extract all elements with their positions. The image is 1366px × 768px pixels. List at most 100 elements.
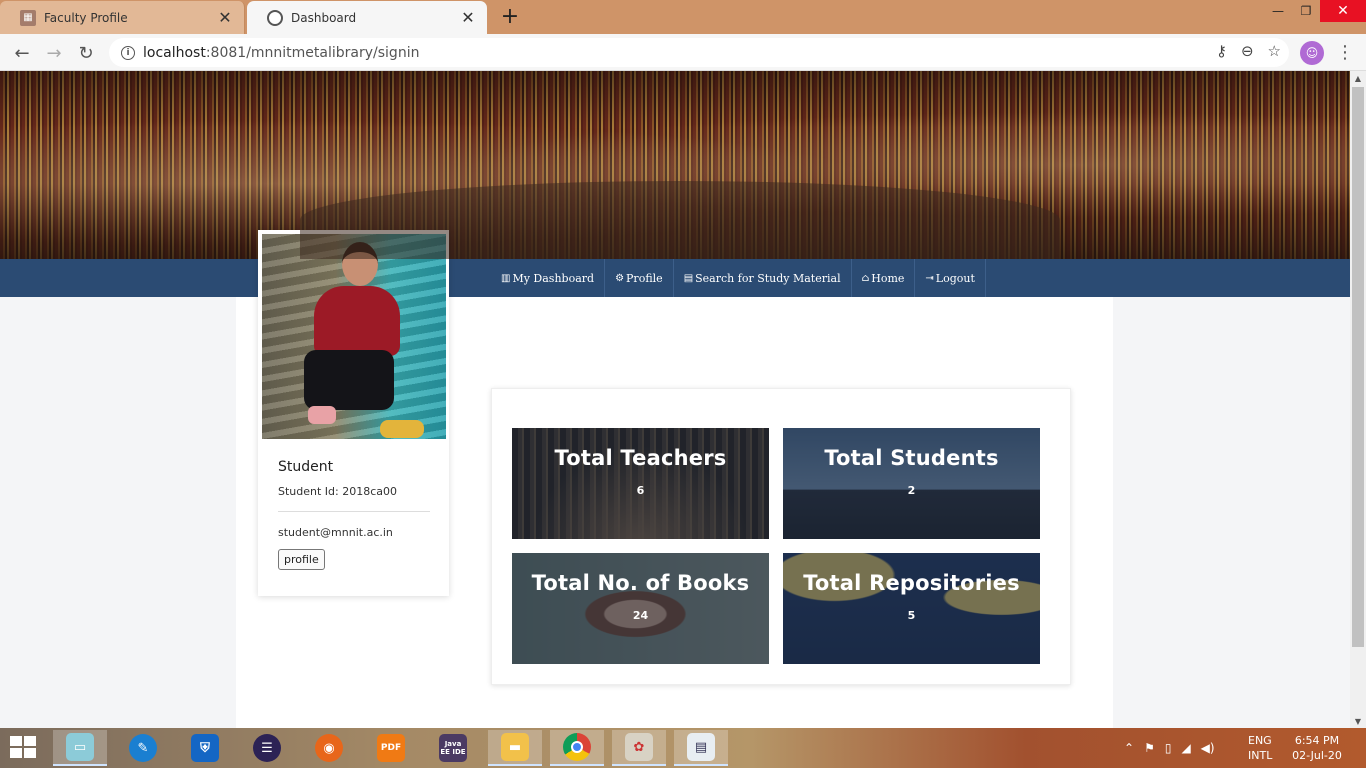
profile-card: Student Student Id: 2018ca00 student@mnn… — [258, 230, 449, 596]
browser-toolbar: ← → ↻ i localhost:8081/mnnitmetalibrary/… — [0, 34, 1366, 71]
taskbar-paint[interactable]: ✿ — [612, 730, 666, 766]
folder-icon: ▬ — [501, 733, 529, 761]
taskbar-chrome[interactable] — [550, 730, 604, 766]
new-tab-button[interactable]: + — [498, 5, 522, 29]
eclipse-icon: ☰ — [253, 734, 281, 762]
taskbar-folder[interactable]: ▬ — [488, 730, 542, 766]
star-icon[interactable]: ☆ — [1268, 42, 1281, 60]
lang-line2: INTL — [1248, 749, 1273, 762]
minimize-button[interactable]: — — [1264, 0, 1292, 22]
stat-value: 2 — [907, 484, 916, 497]
page-scrollbar[interactable]: ▲ ▼ — [1350, 71, 1366, 728]
stat-value: 24 — [632, 609, 649, 622]
taskbar-eclipse[interactable]: ☰ — [240, 730, 294, 766]
chrome-icon — [563, 733, 591, 761]
stat-title: Total Teachers — [554, 446, 727, 470]
profile-email: student@mnnit.ac.in — [278, 526, 393, 539]
settings-tool-icon: ✎ — [129, 734, 157, 762]
firefox-icon: ◉ — [315, 734, 343, 762]
page-viewport: ▥ My Dashboard ⚙ Profile ▤ Search for St… — [0, 71, 1350, 728]
tab-dashboard[interactable]: Dashboard ✕ — [247, 1, 487, 34]
scroll-thumb[interactable] — [1352, 87, 1364, 647]
taskbar-firefox[interactable]: ◉ — [302, 730, 356, 766]
logout-icon: ⇥ — [925, 272, 934, 284]
globe-icon — [267, 9, 283, 26]
java-ee-ide-icon: Java EE IDE — [439, 734, 467, 762]
maximize-button[interactable]: ❐ — [1292, 0, 1320, 22]
menu-icon[interactable]: ⋮ — [1336, 42, 1354, 63]
gears-icon: ⚙ — [615, 272, 625, 284]
navbar-items: ▥ My Dashboard ⚙ Profile ▤ Search for St… — [491, 259, 986, 297]
main-navbar: ▥ My Dashboard ⚙ Profile ▤ Search for St… — [0, 259, 1350, 297]
close-window-button[interactable]: ✕ — [1320, 0, 1366, 22]
nav-profile[interactable]: ⚙ Profile — [605, 259, 674, 297]
nav-label: Profile — [626, 271, 663, 285]
student-id: Student Id: 2018ca00 — [278, 485, 430, 512]
system-tray: ⌃ ⚑ ▯ ◢ ◀) — [1124, 728, 1215, 768]
nav-logout[interactable]: ⇥ Logout — [915, 259, 986, 297]
file-explorer-icon: ▭ — [66, 733, 94, 761]
stat-tile-repositories[interactable]: Total Repositories 5 — [783, 553, 1040, 664]
nav-search-study-material[interactable]: ▤ Search for Study Material — [674, 259, 852, 297]
language-indicator[interactable]: ENG INTL — [1248, 733, 1272, 763]
taskbar-pdf-reader[interactable]: PDF — [364, 730, 418, 766]
windows-start-icon[interactable] — [10, 736, 38, 760]
network-icon[interactable]: ◢ — [1181, 741, 1190, 755]
book-icon: ▤ — [683, 272, 694, 284]
stat-value: 6 — [636, 484, 645, 497]
taskbar-java-ee-ide[interactable]: Java EE IDE — [426, 730, 480, 766]
home-icon: ⌂ — [861, 272, 870, 284]
taskbar-windows-defender[interactable]: ⛨ — [178, 730, 232, 766]
profile-photo — [262, 234, 446, 439]
tab-title: Faculty Profile — [44, 10, 128, 25]
zoom-out-icon[interactable]: ⊖ — [1241, 42, 1254, 60]
tab-faculty-profile[interactable]: ▦ Faculty Profile ✕ — [0, 1, 245, 34]
lang-line1: ENG — [1248, 734, 1272, 747]
windows-defender-icon: ⛨ — [191, 734, 219, 762]
stat-value: 5 — [907, 609, 916, 622]
reload-icon[interactable]: ↻ — [73, 40, 99, 66]
nav-my-dashboard[interactable]: ▥ My Dashboard — [491, 259, 606, 297]
nav-home[interactable]: ⌂ Home — [852, 259, 916, 297]
stat-tile-books[interactable]: Total No. of Books 24 — [512, 553, 769, 664]
taskbar-file-explorer[interactable]: ▭ — [53, 730, 107, 766]
window-controls: — ❐ ✕ — [1264, 0, 1366, 22]
clock-date: 02-Jul-20 — [1292, 749, 1342, 762]
scroll-down-icon[interactable]: ▼ — [1350, 714, 1366, 728]
url-path: :8081/mnnitmetalibrary/signin — [205, 44, 420, 61]
tab-close-icon[interactable]: ✕ — [459, 8, 477, 27]
stat-tile-students[interactable]: Total Students 2 — [783, 428, 1040, 539]
battery-icon[interactable]: ▯ — [1165, 741, 1172, 755]
stat-title: Total Students — [824, 446, 999, 470]
profile-avatar-icon[interactable]: ☺ — [1300, 41, 1324, 65]
page-favicon-icon: ▦ — [20, 9, 36, 26]
taskbar-clock[interactable]: 6:54 PM 02-Jul-20 — [1292, 733, 1342, 763]
stat-tile-teachers[interactable]: Total Teachers 6 — [512, 428, 769, 539]
url-host: localhost — [143, 44, 206, 61]
flag-icon[interactable]: ⚑ — [1144, 741, 1155, 755]
info-icon[interactable]: i — [121, 45, 135, 60]
nav-label: My Dashboard — [512, 271, 595, 285]
windows-taskbar: ▭ ✎ ⛨ ☰ ◉ PDF Java EE IDE ▬ ✿ ▤ ⌃ ⚑ ▯ ◢ … — [0, 728, 1366, 768]
profile-name: Student — [278, 459, 334, 475]
pdf-reader-icon: PDF — [377, 734, 405, 762]
paint-icon: ✿ — [625, 733, 653, 761]
forward-icon[interactable]: → — [41, 40, 67, 66]
nav-label: Search for Study Material — [695, 271, 841, 285]
omnibox-actions: ⚷ ⊖ ☆ — [1216, 42, 1281, 60]
show-hidden-icons-icon[interactable]: ⌃ — [1124, 741, 1134, 755]
volume-icon[interactable]: ◀) — [1201, 741, 1215, 755]
library-banner-image — [0, 71, 1350, 259]
tab-close-icon[interactable]: ✕ — [216, 8, 234, 27]
notepad-icon: ▤ — [687, 733, 715, 761]
taskbar-settings-tool[interactable]: ✎ — [116, 730, 170, 766]
stats-panel: Total Teachers 6 Total Students 2 Total … — [491, 388, 1071, 685]
scroll-up-icon[interactable]: ▲ — [1350, 71, 1366, 85]
browser-tab-bar: ▦ Faculty Profile ✕ Dashboard ✕ + — ❐ ✕ — [0, 0, 1366, 34]
key-icon[interactable]: ⚷ — [1216, 42, 1227, 60]
clock-time: 6:54 PM — [1294, 734, 1340, 747]
profile-button[interactable]: profile — [278, 549, 325, 570]
address-bar[interactable]: i localhost:8081/mnnitmetalibrary/signin… — [109, 38, 1289, 67]
back-icon[interactable]: ← — [9, 40, 35, 66]
taskbar-notepad[interactable]: ▤ — [674, 730, 728, 766]
